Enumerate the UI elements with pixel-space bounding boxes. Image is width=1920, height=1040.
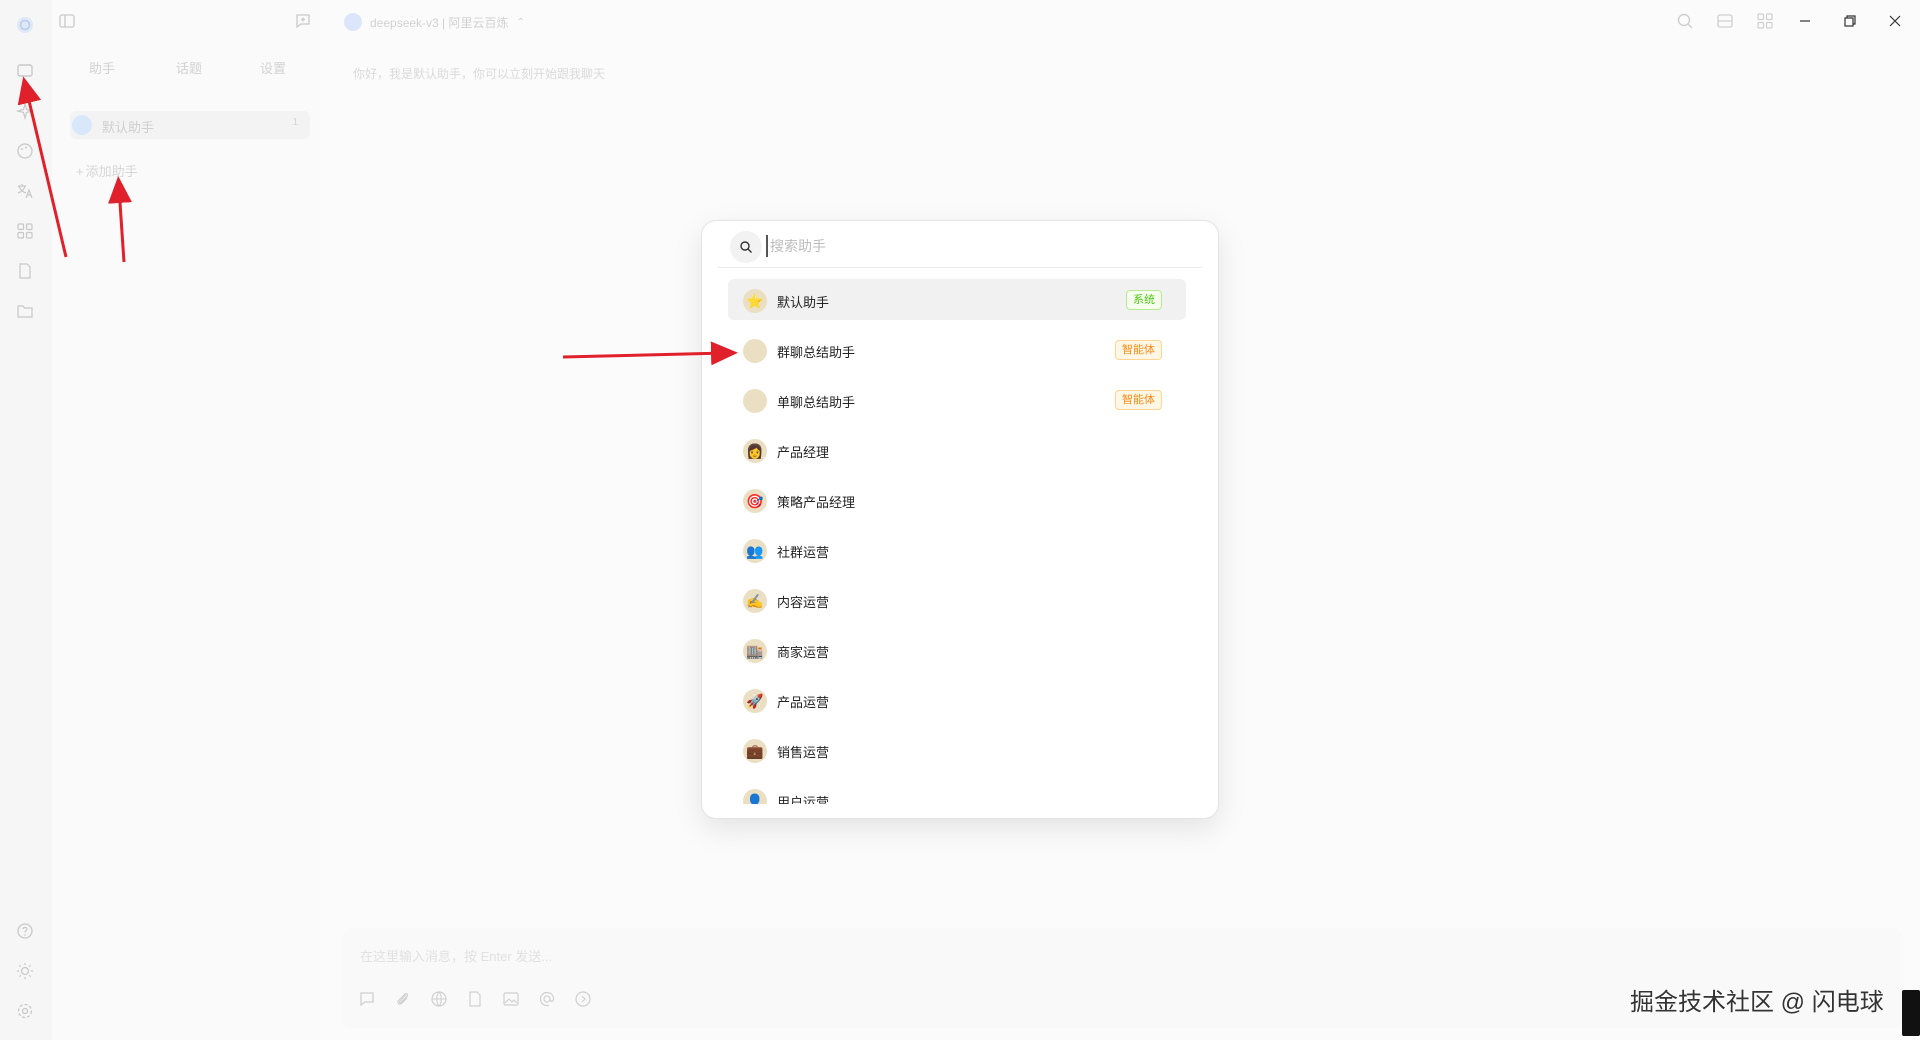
assistant-name: 用户运营	[777, 795, 830, 804]
web-search-globe-icon[interactable]	[430, 990, 448, 1008]
assistant-list: ⭐ 默认助手 系统 群聊总结助手 智能体 单聊总结助手 智能体 👩 产品经理 🎯 策略产品经理 👥 社群…	[728, 279, 1188, 804]
model-label: deepseek-v3 | 阿里云百炼	[370, 15, 509, 30]
sparkle-icon[interactable]	[16, 102, 34, 120]
assistant-name: 群聊总结助手	[777, 345, 856, 360]
new-topic-icon[interactable]	[294, 12, 312, 30]
chevron-updown-icon: ⌃	[516, 16, 525, 28]
assistant-avatar-icon: 👩	[743, 439, 767, 463]
assistant-type-tag: 智能体	[1115, 340, 1162, 360]
assistant-avatar-icon: 🏬	[743, 639, 767, 663]
watermark: 掘金技术社区 @ 闪电球	[1630, 989, 1884, 1016]
assistant-list-item[interactable]: 🏬 商家运营	[728, 629, 1186, 670]
folder-icon[interactable]	[16, 302, 34, 320]
assistant-list-item[interactable]: 群聊总结助手 智能体	[728, 329, 1186, 370]
app-rail	[0, 0, 52, 1040]
assistant-list-item[interactable]: 👩 产品经理	[728, 429, 1186, 470]
more-circle-icon[interactable]	[574, 990, 592, 1008]
mention-at-icon[interactable]	[538, 990, 556, 1008]
assistant-name: 产品运营	[777, 695, 830, 710]
divider	[718, 267, 1202, 268]
app-logo-icon[interactable]	[16, 16, 34, 34]
assistant-name: 销售运营	[777, 745, 830, 760]
assistant-name: 内容运营	[777, 595, 830, 610]
assistant-search-input[interactable]	[766, 235, 1186, 257]
assistant-name: 单聊总结助手	[777, 395, 856, 410]
assistant-name: 默认助手	[777, 295, 830, 310]
translate-icon[interactable]	[16, 182, 34, 200]
input-toolbar	[358, 990, 592, 1008]
edge-thumbnail	[1902, 990, 1920, 1036]
sidebar-tabs: 助手 话题 设置	[52, 58, 320, 78]
help-icon[interactable]	[16, 922, 34, 940]
assistant-avatar-icon: ⭐	[743, 289, 767, 313]
assistant-type-tag: 智能体	[1115, 390, 1162, 410]
assistant-list-item[interactable]: 🚀 产品运营	[728, 679, 1186, 720]
assistant-list-item[interactable]: 👤 用户运营	[728, 779, 1186, 804]
model-selector[interactable]: deepseek-v3 | 阿里云百炼 ⌃	[344, 12, 525, 32]
layout-icon[interactable]	[1716, 12, 1734, 30]
tab-assistants[interactable]: 助手	[89, 58, 115, 77]
message-input-placeholder[interactable]: 在这里输入消息，按 Enter 发送...	[360, 946, 552, 965]
sidebar-toggle-icon[interactable]	[58, 12, 76, 30]
assistant-avatar-icon: ✍️	[743, 589, 767, 613]
assistant-avatar-icon: 🎯	[743, 489, 767, 513]
search-icon	[730, 231, 762, 263]
assistant-list-item[interactable]: 单聊总结助手 智能体	[728, 379, 1186, 420]
assistant-greeting: 你好，我是默认助手，你可以立刻开始跟我聊天	[353, 67, 606, 81]
settings-gear-icon[interactable]	[16, 1002, 34, 1020]
restore-icon[interactable]	[1840, 11, 1860, 31]
assistant-list-item[interactable]: 👥 社群运营	[728, 529, 1186, 570]
assistant-list-item[interactable]: ⭐ 默认助手 系统	[728, 279, 1186, 320]
image-icon[interactable]	[502, 990, 520, 1008]
close-icon[interactable]	[1885, 11, 1905, 31]
apps-grid-icon[interactable]	[16, 222, 34, 240]
sidebar-item-label: 默认助手	[102, 120, 155, 135]
assistant-avatar-icon: 💼	[743, 739, 767, 763]
chat-icon[interactable]	[16, 62, 34, 80]
plus-icon: +	[76, 164, 84, 179]
topic-count-badge: 1	[292, 117, 298, 128]
knowledge-file-icon[interactable]	[466, 990, 484, 1008]
assistant-name: 社群运营	[777, 545, 830, 560]
assistant-avatar-icon	[743, 389, 767, 413]
add-assistant-button[interactable]: + 添加助手	[76, 161, 138, 180]
assistant-list-item[interactable]: 💼 销售运营	[728, 729, 1186, 770]
assistant-name: 策略产品经理	[777, 495, 856, 510]
tab-settings[interactable]: 设置	[260, 58, 286, 77]
search-icon[interactable]	[1676, 12, 1694, 30]
file-icon[interactable]	[16, 262, 34, 280]
assistant-type-tag: 系统	[1126, 290, 1162, 310]
sidebar-item-default-assistant[interactable]: 默认助手 1	[70, 111, 310, 139]
assistant-avatar-icon	[743, 339, 767, 363]
assistant-name: 商家运营	[777, 645, 830, 660]
assistant-list-item[interactable]: ✍️ 内容运营	[728, 579, 1186, 620]
apps-grid-icon[interactable]	[1756, 12, 1774, 30]
assistant-avatar-icon: 🚀	[743, 689, 767, 713]
add-assistant-label: 添加助手	[85, 164, 138, 179]
assistant-search-row	[702, 221, 1218, 267]
tab-topics[interactable]: 话题	[176, 58, 202, 77]
assistant-sidebar: 助手 话题 设置 默认助手 1 + 添加助手	[52, 0, 320, 1040]
theme-sun-icon[interactable]	[16, 962, 34, 980]
assistant-name: 产品经理	[777, 445, 830, 460]
assistant-avatar-icon: 👤	[743, 789, 767, 804]
assistant-picker-modal: ⭐默认助手系统群聊总结助手智能体单聊总结助手智能体👩产品经理🎯策略产品经理👥社群…	[702, 221, 1218, 818]
palette-icon[interactable]	[16, 142, 34, 160]
new-topic-icon[interactable]	[358, 990, 376, 1008]
minimize-icon[interactable]	[1795, 11, 1815, 31]
assistant-avatar-icon: 👥	[743, 539, 767, 563]
model-avatar-icon	[344, 13, 362, 31]
assistant-list-item[interactable]: 🎯 策略产品经理	[728, 479, 1186, 520]
assistant-avatar	[72, 115, 92, 135]
attachment-icon[interactable]	[394, 990, 412, 1008]
